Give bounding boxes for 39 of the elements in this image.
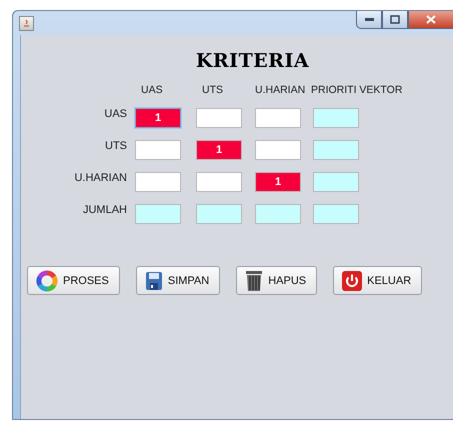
column-header: UTS <box>202 84 223 96</box>
column-header: U.HARIAN <box>255 84 306 96</box>
form-title: KRITERIA <box>196 50 310 72</box>
maximize-button[interactable] <box>382 11 408 29</box>
matrix-field[interactable] <box>135 172 181 192</box>
matrix-field[interactable] <box>196 108 242 128</box>
matrix-field[interactable] <box>313 140 359 160</box>
maximize-icon <box>390 15 400 24</box>
close-icon <box>426 15 436 24</box>
matrix-field[interactable] <box>196 204 242 224</box>
action-button[interactable]: HAPUS <box>236 266 318 295</box>
matrix-field[interactable]: 1 <box>255 172 301 192</box>
action-button[interactable]: SIMPAN <box>136 266 220 295</box>
row-label: UTS <box>105 140 127 152</box>
matrix-field[interactable] <box>313 204 359 224</box>
matrix-field[interactable] <box>255 140 301 160</box>
minimize-button[interactable] <box>356 11 382 29</box>
column-header: UAS <box>141 84 163 96</box>
action-button[interactable]: PROSES <box>27 266 120 295</box>
matrix-field[interactable] <box>196 172 242 192</box>
matrix-field[interactable] <box>313 172 359 192</box>
matrix-field[interactable] <box>135 140 181 160</box>
minimize-icon <box>364 18 374 21</box>
matrix-field[interactable]: 1 <box>135 108 181 128</box>
java-app-icon <box>19 16 34 31</box>
action-button[interactable]: KELUAR <box>333 266 422 295</box>
matrix-field[interactable] <box>135 204 181 224</box>
cycle-icon <box>36 270 58 292</box>
row-label: JUMLAH <box>82 204 127 216</box>
trash-bin-icon <box>245 270 264 292</box>
matrix-field[interactable]: 1 <box>196 140 242 160</box>
column-header: PRIORITI VEKTOR <box>311 84 402 96</box>
matrix-field[interactable] <box>313 108 359 128</box>
matrix-field[interactable] <box>255 204 301 224</box>
matrix-field[interactable] <box>255 108 301 128</box>
power-icon <box>342 270 362 290</box>
close-button[interactable] <box>408 11 453 29</box>
row-label: UAS <box>104 108 127 120</box>
row-label: U.HARIAN <box>74 172 127 184</box>
